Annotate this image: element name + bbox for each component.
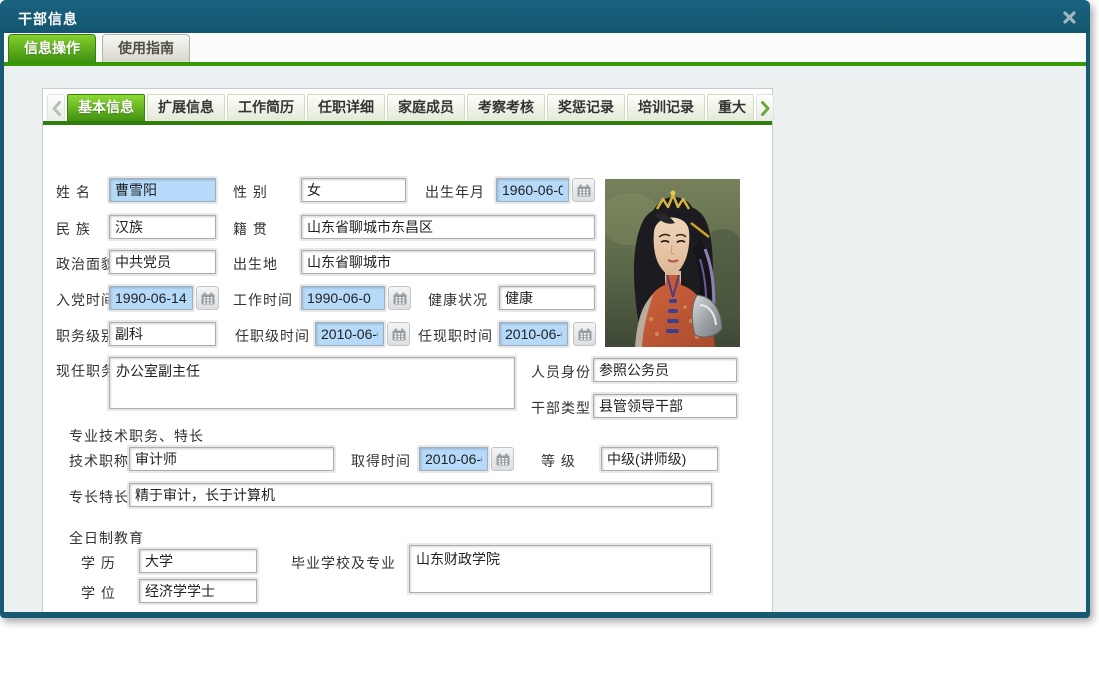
close-icon: [1062, 10, 1077, 25]
inner-tab-underline: [43, 121, 772, 125]
specialty-input[interactable]: [129, 483, 712, 507]
ft-academic-input[interactable]: [139, 579, 257, 603]
tab-work-history[interactable]: 工作简历: [227, 94, 305, 121]
current-post-date-label: 任现职时间: [418, 326, 493, 346]
grade-input[interactable]: [601, 447, 718, 471]
section-tech-title: 专业技术职务、特长: [69, 426, 204, 446]
name-input[interactable]: [109, 178, 216, 202]
dialog-title: 干部信息: [18, 9, 78, 29]
obtain-date-label: 取得时间: [351, 451, 411, 471]
obtain-date-picker-button[interactable]: [491, 447, 514, 471]
calendar-icon: [577, 184, 591, 197]
current-post-date-input[interactable]: [499, 322, 568, 346]
birth-date-input[interactable]: [496, 178, 569, 202]
ft-school-label: 毕业学校及专业: [291, 553, 396, 573]
rank-date-label: 任职级时间: [235, 326, 310, 346]
ft-academic-label: 学 位: [81, 583, 116, 603]
tab-user-guide[interactable]: 使用指南: [102, 34, 190, 62]
rank-date-picker-button[interactable]: [387, 322, 410, 346]
ft-school-textarea[interactable]: 山东财政学院: [409, 545, 711, 593]
tech-title-input[interactable]: [129, 447, 334, 471]
rank-level-label: 职务级别: [56, 326, 116, 346]
tab-reward-punishment[interactable]: 奖惩记录: [547, 94, 625, 121]
tab-scroll-left-button[interactable]: [47, 94, 65, 121]
rank-date-input[interactable]: [315, 322, 384, 346]
calendar-icon: [578, 328, 592, 341]
tab-info-operation[interactable]: 信息操作: [8, 34, 96, 62]
party-join-date-label: 入党时间: [56, 290, 116, 310]
work-start-date-input[interactable]: [301, 286, 385, 310]
section-fulltime-title: 全日制教育: [69, 528, 144, 548]
work-start-date-label: 工作时间: [233, 290, 293, 310]
dialog-body: 信息操作 使用指南 基本信息 扩展信息 工作简历 任职详细 家庭成员 考察考核 …: [4, 33, 1086, 612]
birth-date-picker-button[interactable]: [572, 178, 595, 202]
current-position-textarea[interactable]: 办公室副主任: [109, 357, 515, 409]
tab-major-matters[interactable]: 重大: [707, 94, 754, 121]
gender-label: 性 别: [233, 182, 268, 202]
ethnicity-label: 民 族: [56, 219, 91, 239]
tech-title-label: 技术职称: [69, 451, 129, 471]
person-identity-input[interactable]: [593, 358, 737, 382]
tab-scroll-right-button[interactable]: [756, 94, 774, 121]
birth-place-label: 出生地: [233, 254, 278, 274]
birth-date-label: 出生年月: [425, 182, 485, 202]
basic-info-panel: 基本信息 扩展信息 工作简历 任职详细 家庭成员 考察考核 奖惩记录 培训记录 …: [42, 88, 773, 612]
current-post-date-picker-button[interactable]: [573, 322, 596, 346]
tab-extended-info[interactable]: 扩展信息: [147, 94, 225, 121]
party-join-date-input[interactable]: [109, 286, 193, 310]
tab-post-detail[interactable]: 任职详细: [307, 94, 385, 121]
health-input[interactable]: [499, 286, 595, 310]
name-label: 姓 名: [56, 182, 91, 202]
person-identity-label: 人员身份: [531, 362, 591, 382]
grade-label: 等 级: [541, 451, 576, 471]
tab-inspection-assessment[interactable]: 考察考核: [467, 94, 545, 121]
chevron-right-icon: [761, 101, 770, 116]
gender-input[interactable]: [301, 178, 406, 202]
inner-tab-strip: 基本信息 扩展信息 工作简历 任职详细 家庭成员 考察考核 奖惩记录 培训记录 …: [43, 89, 772, 121]
specialty-label: 专长特长: [69, 487, 129, 507]
dialog-titlebar: 干部信息: [0, 0, 1090, 33]
calendar-icon: [496, 453, 510, 466]
political-status-input[interactable]: [109, 250, 216, 274]
obtain-date-input[interactable]: [419, 447, 488, 471]
ft-degree-input[interactable]: [139, 549, 257, 573]
portrait-photo: [605, 179, 740, 347]
tab-basic-info[interactable]: 基本信息: [67, 94, 145, 121]
work-start-date-picker-button[interactable]: [388, 286, 411, 310]
cadre-type-label: 干部类型: [531, 398, 591, 418]
tab-training-record[interactable]: 培训记录: [627, 94, 705, 121]
native-place-input[interactable]: [301, 215, 595, 239]
content-area: 基本信息 扩展信息 工作简历 任职详细 家庭成员 考察考核 奖惩记录 培训记录 …: [4, 66, 1086, 612]
calendar-icon: [201, 292, 215, 305]
tab-family-members[interactable]: 家庭成员: [387, 94, 465, 121]
calendar-icon: [392, 328, 406, 341]
ft-degree-label: 学 历: [81, 553, 116, 573]
calendar-icon: [393, 292, 407, 305]
political-status-label: 政治面貌: [56, 254, 116, 274]
outer-tab-strip: 信息操作 使用指南: [4, 33, 1086, 62]
health-label: 健康状况: [428, 290, 488, 310]
ethnicity-input[interactable]: [109, 215, 216, 239]
close-button[interactable]: [1061, 9, 1077, 25]
cadre-info-dialog: 干部信息 信息操作 使用指南 基本信息 扩展信息 工作简历 任职详细 家庭成员: [0, 0, 1090, 618]
party-join-date-picker-button[interactable]: [196, 286, 219, 310]
cadre-type-input[interactable]: [593, 394, 737, 418]
birth-place-input[interactable]: [301, 250, 595, 274]
native-place-label: 籍 贯: [233, 219, 268, 239]
chevron-left-icon: [52, 101, 61, 116]
rank-level-input[interactable]: [109, 322, 216, 346]
current-position-label: 现任职务: [56, 361, 116, 381]
